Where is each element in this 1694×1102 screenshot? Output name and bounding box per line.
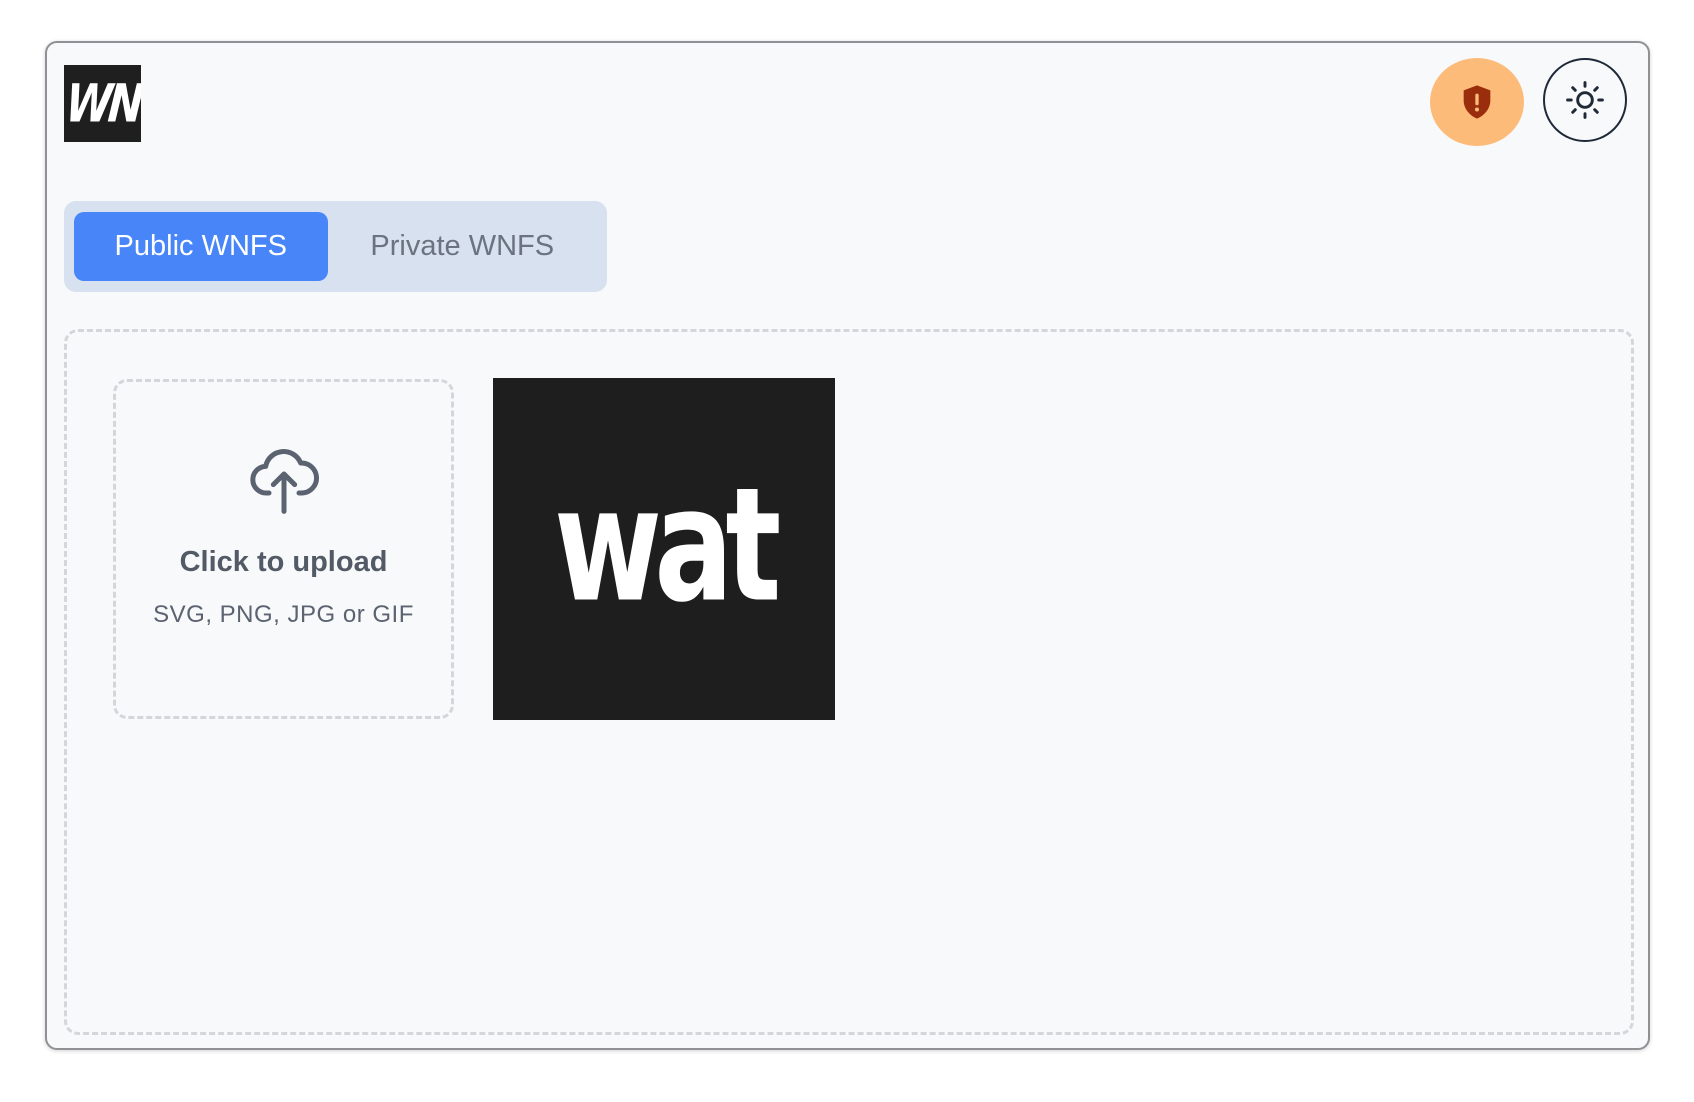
upload-file-types: SVG, PNG, JPG or GIF [153, 601, 414, 628]
app-window: WN Public WNFS Private WNFS Click to upl… [45, 41, 1650, 1050]
cloud-upload-icon [249, 449, 319, 514]
file-dropzone[interactable]: Click to upload SVG, PNG, JPG or GIF wat [64, 329, 1634, 1035]
sun-icon [1566, 81, 1604, 119]
logo-text: WN [64, 72, 141, 134]
upload-button[interactable]: Click to upload SVG, PNG, JPG or GIF [113, 379, 454, 719]
image-thumbnail[interactable]: wat [493, 378, 835, 720]
tab-private-wnfs[interactable]: Private WNFS [328, 212, 597, 281]
wnfs-tabs: Public WNFS Private WNFS [64, 201, 607, 292]
security-status-button[interactable] [1430, 58, 1524, 146]
app-logo: WN [64, 65, 141, 142]
theme-toggle-button[interactable] [1543, 58, 1627, 142]
thumbnail-image-text: wat [554, 454, 781, 638]
shield-alert-icon [1463, 85, 1491, 119]
upload-title: Click to upload [179, 546, 388, 578]
tab-public-wnfs[interactable]: Public WNFS [74, 212, 328, 281]
